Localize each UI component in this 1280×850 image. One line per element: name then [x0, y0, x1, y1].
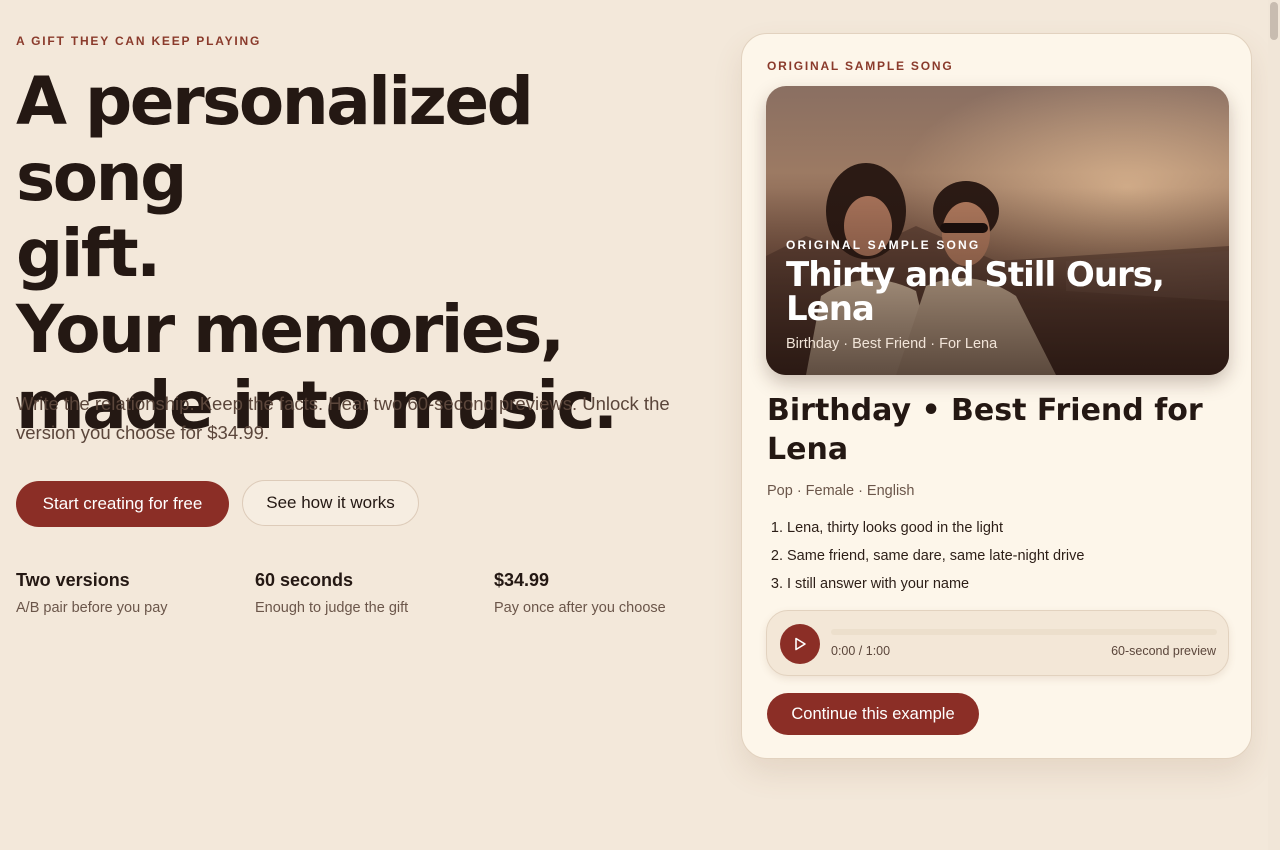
cover-eyebrow: ORIGINAL SAMPLE SONG	[786, 238, 981, 252]
stat-value: $34.99	[494, 570, 550, 590]
start-creating-button[interactable]: Start creating for free	[16, 481, 229, 527]
stat-label: Pay once after you choose	[494, 600, 666, 616]
hero-eyebrow: A GIFT THEY CAN KEEP PLAYING	[16, 34, 262, 48]
lyric-line: Lena, thirty looks good in the light	[787, 514, 1084, 542]
hero-subtitle: Write the relationship. Keep the facts. …	[16, 393, 670, 443]
headline-line: gift.	[16, 215, 161, 292]
play-button[interactable]	[780, 624, 820, 664]
stat-item: $34.99 Pay once after you choose	[494, 570, 714, 616]
cover-title: Thirty and Still Ours, Lena	[786, 255, 1165, 329]
stat-item: 60 seconds Enough to judge the gift	[255, 570, 475, 616]
lyric-line: Same friend, same dare, same late-night …	[787, 542, 1084, 570]
preview-label: 60-second preview	[1111, 644, 1216, 658]
headline-line: Your memories,	[16, 291, 565, 368]
stat-label: A/B pair before you pay	[16, 600, 168, 616]
audio-player: 0:00 / 1:00 60-second preview	[766, 610, 1229, 676]
song-title: Birthday • Best Friend for Lena	[767, 393, 1203, 467]
see-how-it-works-button[interactable]: See how it works	[242, 480, 419, 526]
hero-headline: A personalized song gift. Your memories,…	[16, 64, 716, 444]
stat-item: Two versions A/B pair before you pay	[16, 570, 236, 616]
sample-song-card: ORIGINAL SAMPLE SONG ORIGINAL SAMPLE SON…	[741, 33, 1252, 759]
lyric-line: I still answer with your name	[787, 570, 1084, 598]
lyrics-list: Lena, thirty looks good in the light Sam…	[767, 514, 1084, 598]
continue-example-button[interactable]: Continue this example	[767, 693, 979, 735]
headline-line: A personalized song	[16, 63, 534, 216]
stat-value: 60 seconds	[255, 570, 354, 590]
progress-track[interactable]	[831, 629, 1217, 635]
page-scrollbar[interactable]	[1268, 0, 1280, 850]
cover-image: ORIGINAL SAMPLE SONG Thirty and Still Ou…	[766, 86, 1229, 375]
playback-time: 0:00 / 1:00	[831, 644, 891, 658]
song-meta: Pop · Female · English	[767, 483, 915, 499]
scrollbar-thumb[interactable]	[1270, 2, 1278, 40]
card-eyebrow: ORIGINAL SAMPLE SONG	[767, 59, 954, 73]
play-icon	[795, 637, 806, 651]
cover-overlay	[766, 86, 1229, 375]
stat-label: Enough to judge the gift	[255, 600, 409, 616]
stat-value: Two versions	[16, 570, 130, 590]
cover-meta: Birthday · Best Friend · For Lena	[786, 336, 998, 352]
